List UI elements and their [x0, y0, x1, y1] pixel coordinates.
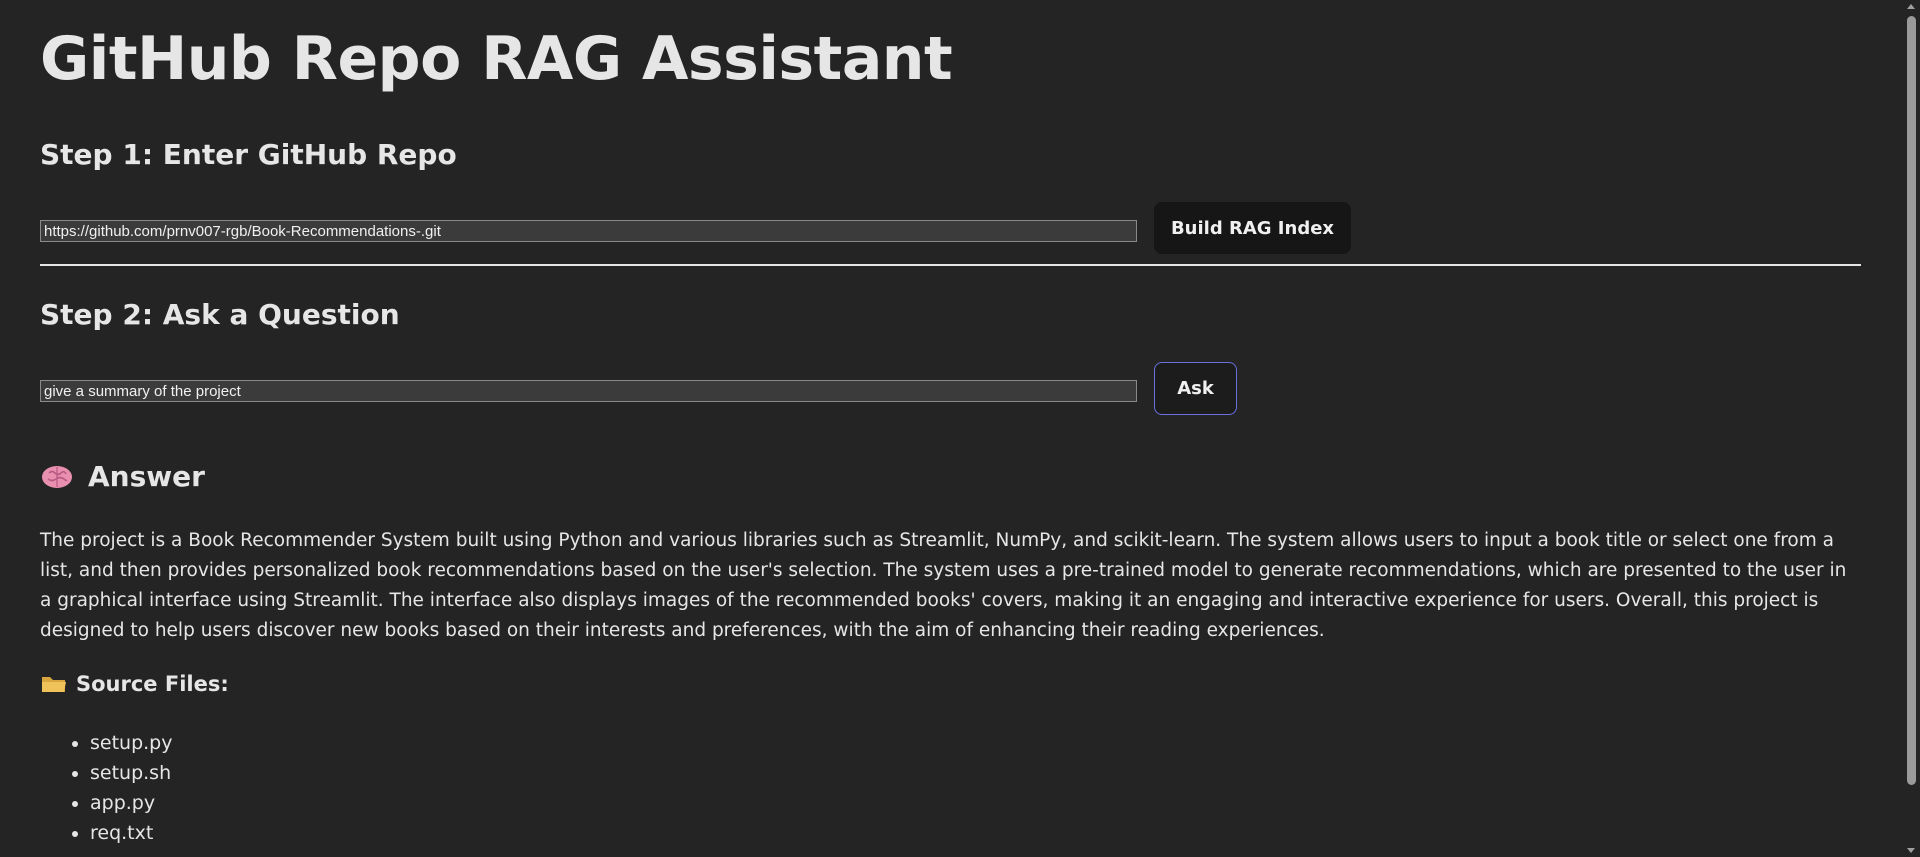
build-rag-index-button[interactable]: Build RAG Index — [1154, 202, 1351, 254]
step2-heading: Step 2: Ask a Question — [40, 298, 400, 331]
folder-icon — [40, 673, 68, 695]
source-file-list: setup.py setup.sh app.py req.txt — [40, 728, 173, 848]
question-input[interactable] — [40, 380, 1137, 402]
answer-heading: Answer — [40, 460, 205, 493]
divider — [40, 264, 1861, 266]
answer-text: The project is a Book Recommender System… — [40, 530, 1847, 641]
list-item: setup.py — [90, 728, 173, 758]
list-item: app.py — [90, 788, 173, 818]
list-item: setup.sh — [90, 758, 173, 788]
source-files-heading: Source Files: — [40, 672, 229, 696]
app-page: GitHub Repo RAG Assistant Step 1: Enter … — [0, 0, 1920, 857]
scroll-down-arrow-icon[interactable] — [1907, 848, 1915, 853]
answer-heading-label: Answer — [88, 460, 205, 493]
step1-heading: Step 1: Enter GitHub Repo — [40, 138, 457, 171]
list-item: req.txt — [90, 818, 173, 848]
scrollbar-thumb[interactable] — [1907, 16, 1916, 785]
scroll-up-arrow-icon[interactable] — [1907, 4, 1915, 9]
page-title: GitHub Repo RAG Assistant — [40, 24, 953, 94]
repo-url-input[interactable] — [40, 220, 1137, 242]
source-files-label: Source Files: — [76, 672, 229, 696]
vertical-scrollbar[interactable] — [1903, 0, 1920, 857]
ask-button[interactable]: Ask — [1154, 362, 1237, 415]
brain-icon — [40, 463, 74, 491]
